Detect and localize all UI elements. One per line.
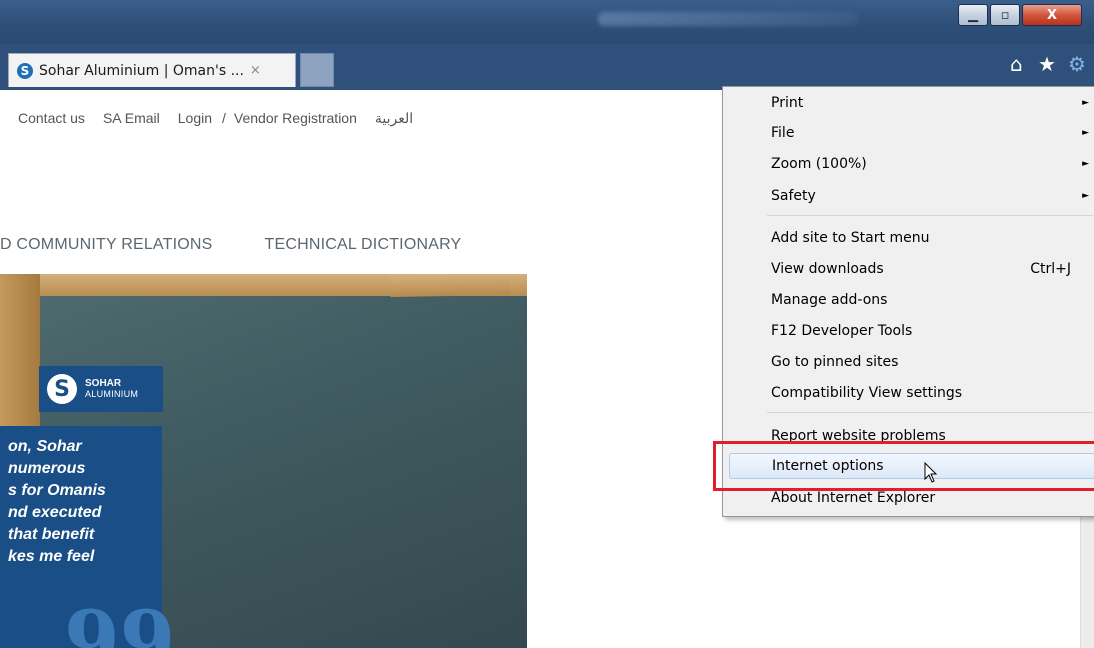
submenu-arrow-icon: ►	[1082, 159, 1089, 169]
menu-item-label: Add site to Start menu	[771, 230, 930, 246]
menu-item-view-downloads[interactable]: View downloads Ctrl+J	[771, 256, 1093, 282]
quote-line: on, Sohar	[8, 438, 82, 455]
nav-technical-dictionary[interactable]: TECHNICAL DICTIONARY	[265, 236, 462, 254]
menu-divider	[767, 412, 1093, 413]
quote-line: numerous	[8, 460, 86, 477]
sohar-logo: S SOHAR ALUMINIUM	[39, 366, 163, 412]
title-bar: ▁ ▫ X	[0, 0, 1094, 44]
link-login[interactable]: Login	[178, 110, 212, 127]
menu-item-f12-tools[interactable]: F12 Developer Tools	[771, 318, 1093, 344]
hero-wood-frame-right	[389, 274, 511, 298]
blurred-title	[598, 12, 858, 26]
menu-item-zoom[interactable]: Zoom (100%) ►	[771, 151, 1093, 177]
menu-item-compat-view[interactable]: Compatibility View settings	[771, 380, 1093, 406]
menu-item-label: F12 Developer Tools	[771, 323, 913, 339]
menu-item-label: Zoom (100%)	[771, 156, 867, 172]
minimize-button[interactable]: ▁	[958, 4, 988, 26]
home-icon[interactable]: ⌂	[1010, 52, 1023, 76]
hero-image: S SOHAR ALUMINIUM on, Sohar numerous s f…	[0, 274, 527, 648]
pointer-cursor-icon	[924, 462, 938, 483]
quote-line: that benefit	[8, 526, 95, 543]
close-window-button[interactable]: X	[1022, 4, 1082, 26]
link-vendor-registration[interactable]: Vendor Registration	[234, 110, 357, 127]
menu-item-label: About Internet Explorer	[771, 490, 936, 506]
star-icon[interactable]: ★	[1038, 52, 1056, 76]
menu-item-label: File	[771, 125, 795, 141]
menu-divider	[767, 215, 1093, 216]
link-arabic[interactable]: العربية	[375, 110, 413, 127]
menu-item-pinned-sites[interactable]: Go to pinned sites	[771, 349, 1093, 375]
submenu-arrow-icon: ►	[1082, 98, 1089, 108]
browser-window: ▁ ▫ X S Sohar Aluminium | Oman's ... × ⌂…	[0, 0, 1094, 648]
top-links: Contact us SA Email Login / Vendor Regis…	[18, 110, 413, 127]
quote-line: kes me feel	[8, 548, 95, 565]
menu-item-add-to-start[interactable]: Add site to Start menu	[771, 225, 1093, 251]
logo-line-1: SOHAR	[85, 378, 122, 389]
menu-item-shortcut: Ctrl+J	[1030, 261, 1071, 277]
menu-item-safety[interactable]: Safety ►	[771, 183, 1093, 209]
submenu-arrow-icon: ►	[1082, 128, 1089, 138]
logo-mark-icon: S	[47, 374, 77, 404]
link-sa-email[interactable]: SA Email	[103, 110, 160, 127]
tab-sohar[interactable]: S Sohar Aluminium | Oman's ... ×	[8, 53, 296, 87]
tab-close-icon[interactable]: ×	[250, 63, 261, 78]
logo-text: SOHAR ALUMINIUM	[85, 378, 138, 400]
menu-item-print[interactable]: Print ►	[771, 90, 1093, 116]
menu-item-file[interactable]: File ►	[771, 120, 1093, 146]
gear-icon[interactable]: ⚙	[1068, 52, 1086, 76]
quote-mark-icon: 99	[64, 593, 176, 648]
link-separator: /	[222, 110, 226, 126]
main-nav: D COMMUNITY RELATIONS TECHNICAL DICTIONA…	[0, 236, 461, 254]
submenu-arrow-icon: ►	[1082, 191, 1089, 201]
menu-item-label: Manage add-ons	[771, 292, 888, 308]
favicon-icon: S	[17, 62, 33, 79]
menu-item-label: Compatibility View settings	[771, 385, 963, 401]
quote-line: s for Omanis	[8, 482, 106, 499]
menu-item-label: Print	[771, 95, 804, 111]
highlight-annotation	[713, 441, 1094, 491]
menu-item-manage-addons[interactable]: Manage add-ons	[771, 287, 1093, 313]
maximize-button[interactable]: ▫	[990, 4, 1020, 26]
menu-item-label: Safety	[771, 188, 816, 204]
new-tab-button[interactable]	[300, 53, 334, 87]
link-contact-us[interactable]: Contact us	[18, 110, 85, 127]
menu-item-label: Go to pinned sites	[771, 354, 899, 370]
nav-community-relations[interactable]: D COMMUNITY RELATIONS	[0, 236, 213, 254]
tab-title: Sohar Aluminium | Oman's ...	[39, 62, 244, 79]
logo-line-2: ALUMINIUM	[85, 389, 139, 399]
quote-line: nd executed	[8, 504, 102, 521]
